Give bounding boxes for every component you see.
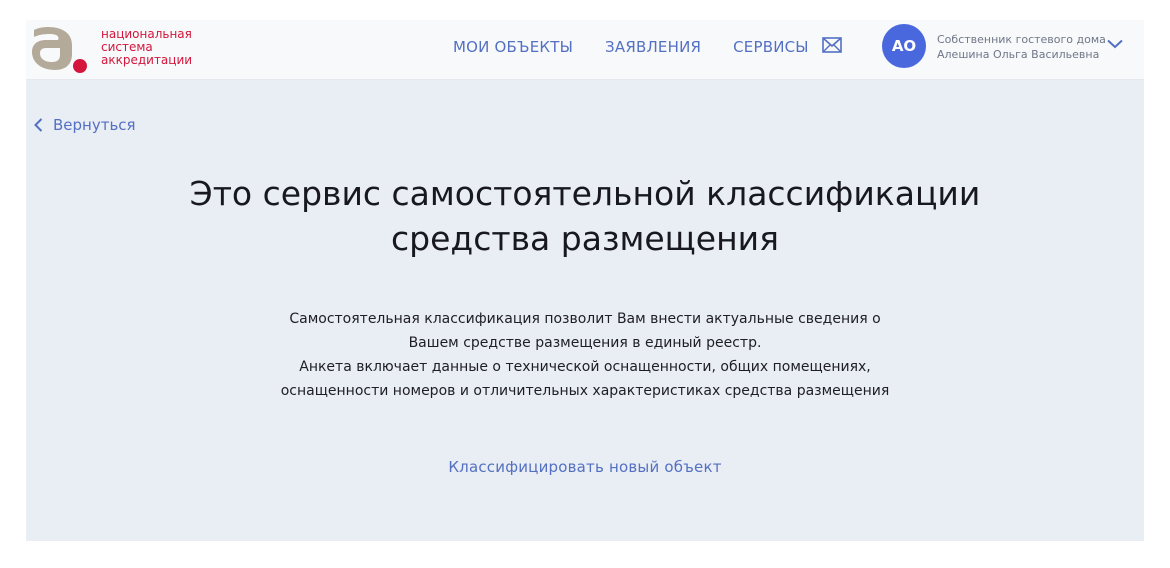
- nav-my-objects[interactable]: МОИ ОБЪЕКТЫ: [453, 38, 573, 56]
- logo-text: национальная система аккредитации: [101, 28, 192, 67]
- logo-mark-icon: [32, 27, 87, 73]
- description-line: Анкета включает данные о технической осн…: [299, 359, 871, 375]
- chevron-down-icon[interactable]: [1107, 39, 1123, 49]
- description: Самостоятельная классификация позволит В…: [26, 307, 1144, 403]
- logo[interactable]: национальная система аккредитации: [30, 24, 200, 74]
- avatar[interactable]: АО: [882, 24, 926, 68]
- user-name: Алешина Ольга Васильевна: [937, 48, 1100, 61]
- description-line: оснащенности номеров и отличительных хар…: [280, 383, 890, 399]
- envelope-icon[interactable]: [822, 37, 842, 53]
- nav-services[interactable]: СЕРВИСЫ: [733, 38, 809, 56]
- top-header: национальная система аккредитации МОИ ОБ…: [26, 20, 1144, 80]
- main-nav: МОИ ОБЪЕКТЫ ЗАЯВЛЕНИЯ СЕРВИСЫ: [453, 38, 841, 56]
- description-line: Самостоятельная классификация позволит В…: [289, 311, 881, 327]
- user-info[interactable]: Собственник гостевого дома Алешина Ольга…: [937, 32, 1106, 62]
- nav-applications[interactable]: ЗАЯВЛЕНИЯ: [605, 38, 701, 56]
- classify-new-object-label: Классифицировать новый объект: [448, 458, 722, 476]
- user-role: Собственник гостевого дома: [937, 33, 1106, 46]
- page-title-line-1: Это сервис самостоятельной классификации: [189, 174, 981, 213]
- classify-new-object-link[interactable]: Классифицировать новый объект: [26, 458, 1144, 476]
- chevron-left-icon: [34, 118, 43, 132]
- logo-line-3: аккредитации: [101, 53, 193, 67]
- page-title: Это сервис самостоятельной классификации…: [26, 171, 1144, 261]
- back-label: Вернуться: [53, 116, 136, 134]
- back-link[interactable]: Вернуться: [34, 116, 136, 134]
- page-title-line-2: средства размещения: [391, 219, 779, 258]
- description-line: Вашем средстве размещения в единый реест…: [408, 335, 762, 351]
- page: национальная система аккредитации МОИ ОБ…: [26, 20, 1144, 541]
